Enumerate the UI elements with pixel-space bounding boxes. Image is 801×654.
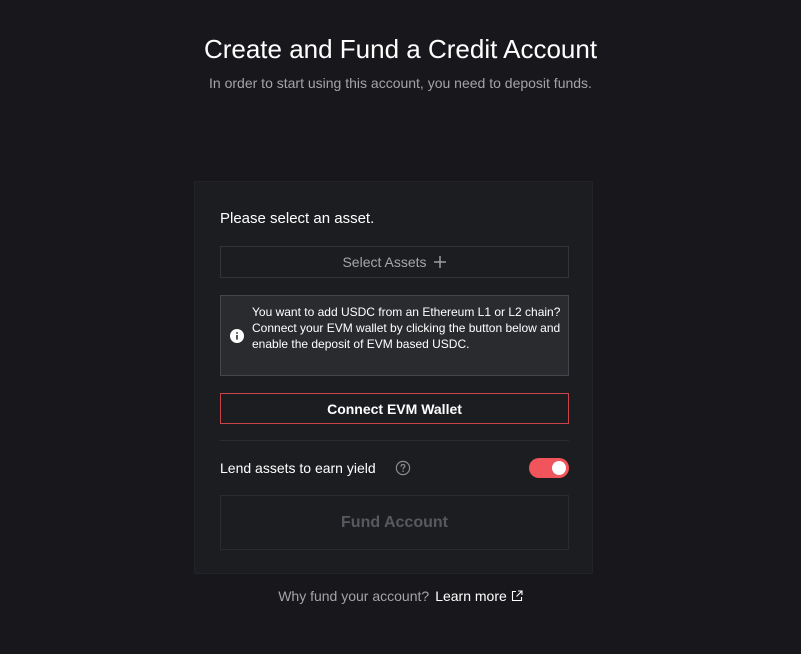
fund-account-card: Please select an asset. Select Assets Yo… (194, 181, 593, 574)
lend-assets-toggle[interactable] (529, 458, 569, 478)
help-circle-icon[interactable] (395, 460, 411, 476)
connect-evm-wallet-button[interactable]: Connect EVM Wallet (220, 393, 569, 424)
evm-info-callout: You want to add USDC from an Ethereum L1… (220, 295, 569, 376)
toggle-knob (552, 461, 566, 475)
lend-assets-row: Lend assets to earn yield (220, 457, 569, 479)
select-assets-button[interactable]: Select Assets (220, 246, 569, 278)
footer-question: Why fund your account? (278, 588, 430, 604)
info-text: You want to add USDC from an Ethereum L1… (252, 305, 561, 351)
learn-more-link[interactable]: Learn more (435, 588, 523, 604)
select-assets-label: Select Assets (342, 254, 427, 270)
external-link-icon (511, 588, 523, 602)
divider (220, 440, 569, 441)
learn-more-label: Learn more (435, 588, 507, 604)
info-icon (230, 329, 244, 343)
card-heading: Please select an asset. (220, 210, 375, 227)
plus-icon (433, 255, 447, 269)
page-subtitle: In order to start using this account, yo… (209, 75, 592, 91)
page-title: Create and Fund a Credit Account (203, 34, 598, 64)
footer: Why fund your account? Learn more (0, 587, 801, 605)
lend-assets-label: Lend assets to earn yield (220, 460, 376, 476)
fund-account-button[interactable]: Fund Account (220, 495, 569, 550)
page-header: Create and Fund a Credit Account In orde… (0, 32, 801, 92)
